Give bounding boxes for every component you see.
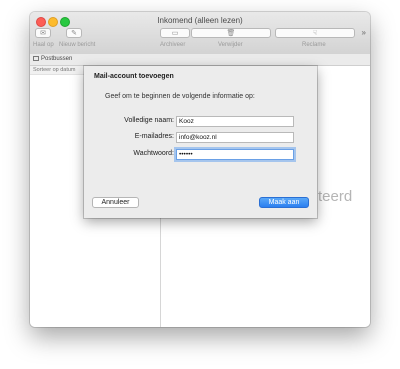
delete-button[interactable]: 🗑 xyxy=(191,28,271,38)
email-label: E-mailadres: xyxy=(134,133,174,140)
toolbar-overflow-icon[interactable]: » xyxy=(362,28,366,37)
no-message-selected-text: teerd xyxy=(318,188,353,205)
archive-label: Archiveer xyxy=(160,42,186,48)
sidebar-icon xyxy=(33,55,39,61)
thumbs-down-icon: ☟ xyxy=(312,30,318,37)
envelope-icon: ✉ xyxy=(40,30,46,37)
archive-button[interactable]: ▭ xyxy=(160,28,190,38)
new-message-label: Nieuw bericht xyxy=(59,42,96,48)
cancel-button[interactable]: Annuleer xyxy=(92,197,139,208)
email-field[interactable]: info@kooz.nl xyxy=(176,132,294,143)
dialog-title: Mail-account toevoegen xyxy=(94,73,174,80)
mailboxes-label: Postbussen xyxy=(41,56,73,62)
favorites-bar: Postbussen xyxy=(30,54,370,66)
create-button[interactable]: Maak aan xyxy=(259,197,309,208)
delete-label: Verwijder xyxy=(218,42,243,48)
mailboxes-button[interactable]: Postbussen xyxy=(33,55,72,63)
full-name-field[interactable]: Kooz xyxy=(176,116,294,127)
junk-button[interactable]: ☟ xyxy=(275,28,355,38)
trash-icon: 🗑 xyxy=(226,30,236,37)
dialog-subtitle: Geef om te beginnen de volgende informat… xyxy=(105,93,255,100)
get-mail-label: Haal op xyxy=(33,42,54,48)
window-title: Inkomend (alleen lezen) xyxy=(157,16,243,25)
compose-icon: ✎ xyxy=(71,30,77,37)
add-mail-account-dialog: Mail-account toevoegen Geef om te beginn… xyxy=(84,66,317,218)
title-bar: Inkomend (alleen lezen) ✉ ✎ ▭ 🗑 ☟ » Haal… xyxy=(30,12,370,55)
get-mail-button[interactable]: ✉ xyxy=(35,28,51,38)
junk-label: Reclame xyxy=(302,42,326,48)
password-field[interactable]: •••••• xyxy=(176,149,294,160)
new-message-button[interactable]: ✎ xyxy=(66,28,82,38)
password-label: Wachtwoord: xyxy=(133,150,174,157)
archive-icon: ▭ xyxy=(171,30,179,37)
full-name-label: Volledige naam: xyxy=(124,117,174,124)
